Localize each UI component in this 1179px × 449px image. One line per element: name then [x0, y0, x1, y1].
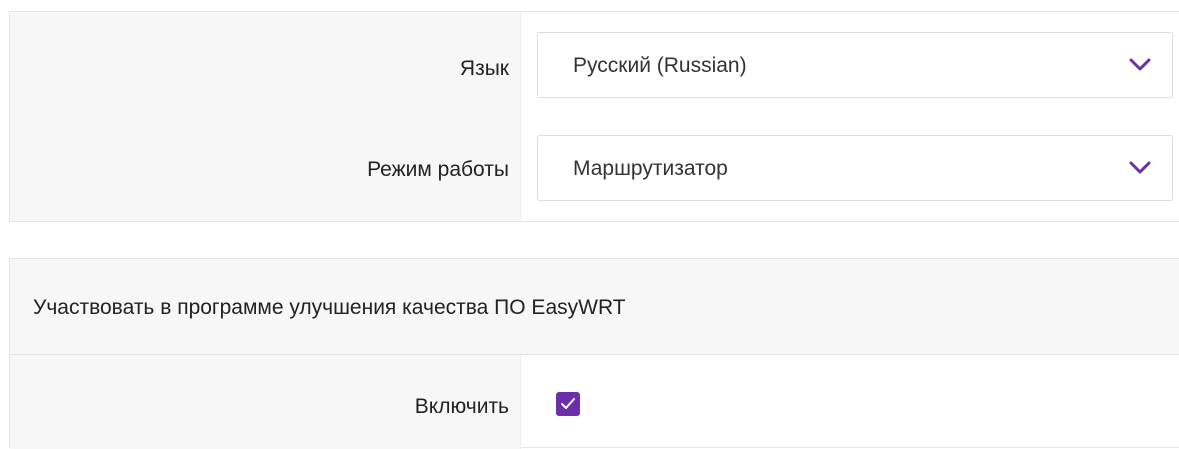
language-select[interactable]: Русский (Russian) [537, 32, 1173, 98]
quality-program-panel: Участвовать в программе улучшения качест… [9, 258, 1179, 449]
chevron-down-icon [1129, 161, 1151, 174]
chevron-down-icon [1129, 58, 1151, 71]
language-label: Язык [459, 57, 509, 80]
mode-label: Режим работы [367, 158, 509, 181]
general-settings-panel: Язык Русский (Russian) Режим работы Марш… [9, 11, 1179, 222]
label-column [10, 12, 521, 221]
mode-select[interactable]: Маршрутизатор [537, 135, 1173, 201]
enable-checkbox[interactable] [556, 392, 580, 416]
language-select-value: Русский (Russian) [573, 54, 747, 77]
section-title: Участвовать в программе улучшения качест… [33, 296, 626, 319]
checkmark-icon [561, 398, 575, 409]
section-header: Участвовать в программе улучшения качест… [10, 259, 1179, 355]
mode-select-value: Маршрутизатор [573, 157, 728, 180]
enable-label: Включить [414, 395, 509, 418]
